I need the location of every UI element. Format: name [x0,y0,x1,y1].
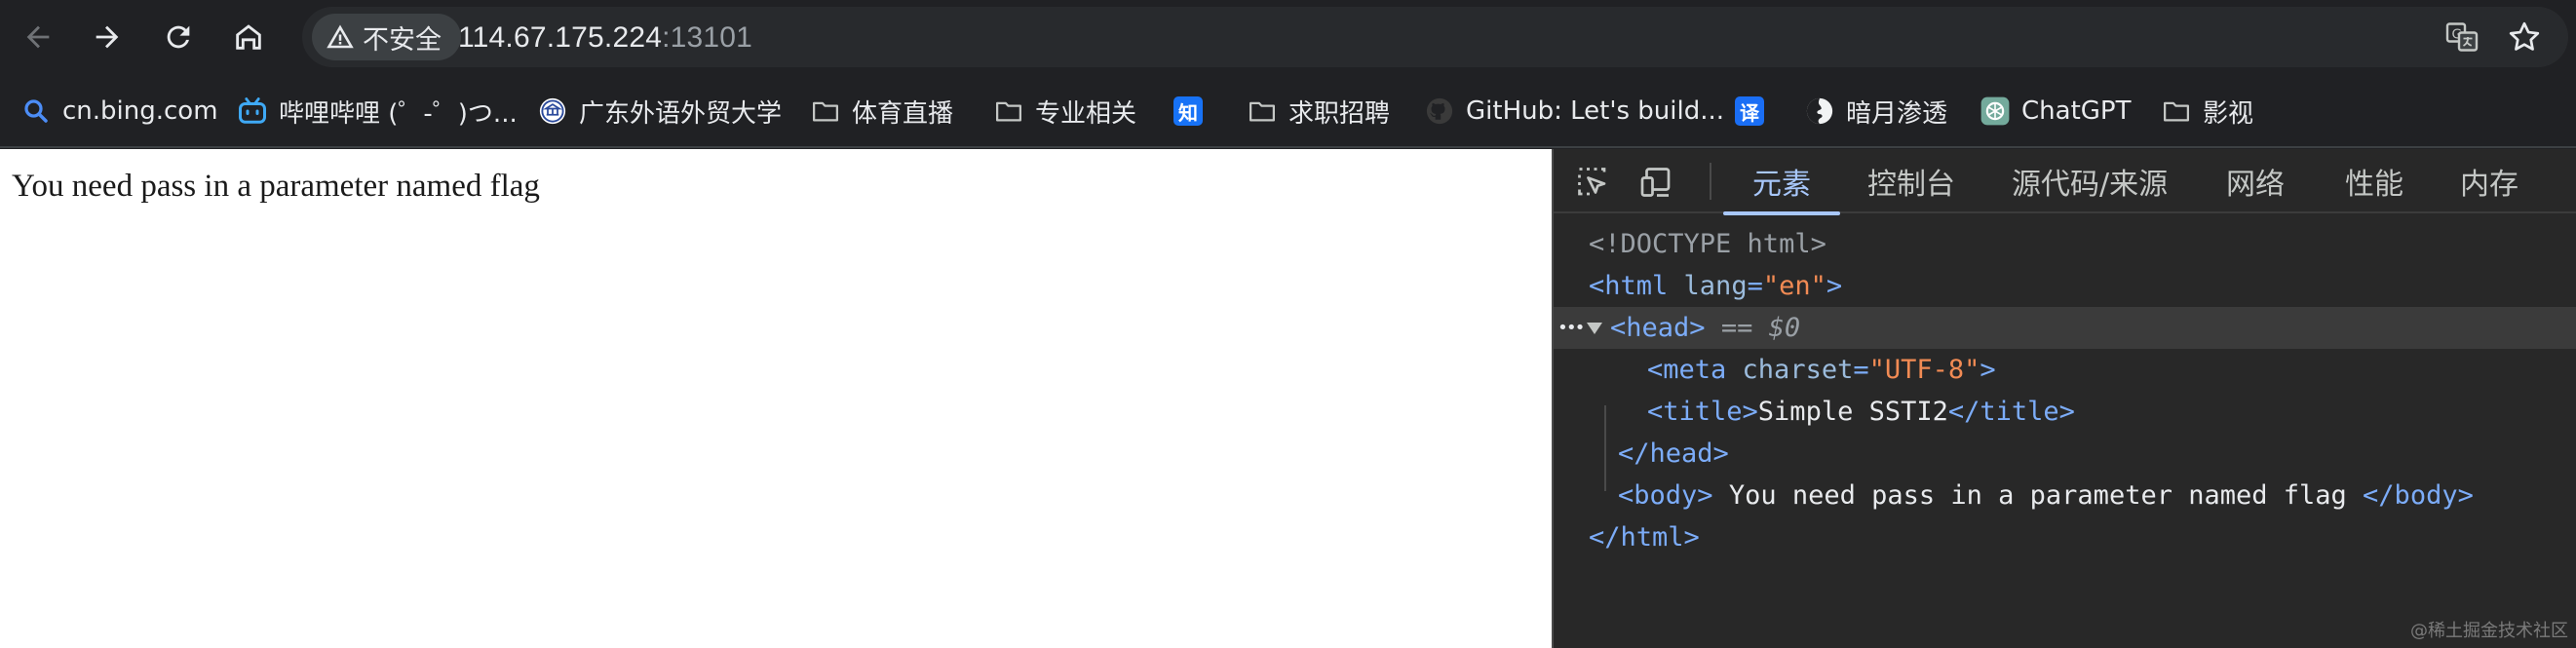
tab-memory[interactable]: 内存 [2460,149,2518,213]
dom-node-head[interactable]: ••• <head> == $0 [1554,307,2576,349]
bookmark-label: ChatGPT [2021,96,2132,126]
url-text[interactable]: 114.67.175.224:13101 [458,21,752,55]
bookmark-label: 哔哩哔哩 (゜-゜)つ... [279,98,518,129]
security-label: 不安全 [363,24,442,56]
chatgpt-icon [1980,96,2010,126]
arrow-right-icon [96,25,119,49]
tab-network[interactable]: 网络 [2226,149,2285,213]
bookmark-bing[interactable]: cn.bing.com [21,92,218,131]
watermark: @稀土掘金技术社区 [2410,621,2568,641]
bookmark-anyue[interactable]: 暗月渗透 [1805,92,1947,131]
zhihu-glyph: 知 [1178,100,1198,125]
translate-page-icon[interactable]: G [2444,19,2480,55]
forward-button[interactable] [81,11,134,63]
tab-sources[interactable]: 源代码/来源 [2012,149,2168,213]
address-bar[interactable]: 不安全 114.67.175.224:13101 G [302,7,2568,67]
bookmark-gdufs[interactable]: 广东外语外贸大学 [538,92,782,131]
inspect-element-icon[interactable] [1575,165,1610,200]
dom-node-body[interactable]: <body> You need pass in a parameter name… [1554,475,2576,516]
toolbar-separator [1710,163,1711,200]
reload-button[interactable] [152,11,205,63]
tab-label: 源代码/来源 [2012,168,2169,202]
url-host: 114.67.175.224 [458,21,663,54]
dom-node-head-close[interactable]: </head> [1554,433,2576,475]
dom-node-title[interactable]: <title> Simple SSTI2 </title> [1554,391,2576,433]
browser-toolbar: 不安全 114.67.175.224:13101 G [0,0,2576,74]
dom-tree: <!DOCTYPE html> <html lang = "en" > ••• <he… [1554,215,2576,648]
bookmark-folder-movies[interactable]: 影视 [2162,92,2253,131]
dom-node-html-close[interactable]: </html> [1554,516,2576,558]
tab-label: 性能 [2345,168,2403,202]
tab-console[interactable]: 控制台 [1867,149,1955,213]
security-chip[interactable]: 不安全 [312,14,461,60]
devtools-tabbar: 元素 控制台 源代码/来源 网络 性能 内存 [1554,149,2576,215]
tab-label: 内存 [2460,168,2518,202]
home-button[interactable] [222,11,275,63]
globe-icon [1805,96,1834,126]
folder-icon [811,96,840,126]
tab-label: 网络 [2226,168,2285,202]
bookmark-label: 暗月渗透 [1846,98,1948,129]
bookmark-label: 广东外语外贸大学 [579,98,783,129]
url-port: :13101 [662,21,753,54]
selected-node-marker: == $0 [1720,313,1801,343]
bookmark-label: 求职招聘 [1288,98,1391,129]
dom-node-meta[interactable]: <meta charset = "UTF-8" > [1554,349,2576,391]
bookmark-label: 专业相关 [1035,98,1137,129]
university-icon [538,96,567,126]
tab-performance[interactable]: 性能 [2345,149,2403,213]
tab-label: 控制台 [1867,168,1955,202]
dom-node-doctype[interactable]: <!DOCTYPE html> [1554,223,2576,265]
tab-elements[interactable]: 元素 [1723,149,1840,215]
tab-label: 元素 [1752,168,1811,202]
bookmark-chatgpt[interactable]: ChatGPT [1980,92,2131,131]
translate-icon: 译 [1735,96,1764,126]
bookmark-label: 影视 [2203,98,2254,129]
translate-glyph: 译 [1740,100,1759,125]
bookmark-translate[interactable]: 译 [1735,92,1764,131]
arrow-left-icon [26,25,50,49]
page-body-text: You need pass in a parameter named flag [12,169,540,204]
bookmark-label: cn.bing.com [62,96,218,126]
warning-icon [327,24,354,49]
back-button[interactable] [12,11,64,63]
bookmark-folder-jobs[interactable]: 求职招聘 [1248,92,1390,131]
bookmark-label: 体育直播 [852,98,954,129]
bookmark-zhihu[interactable]: 知 [1173,92,1203,131]
more-actions-icon[interactable]: ••• [1557,318,1587,338]
bookmark-label: GitHub: Let's build... [1466,96,1725,126]
bookmark-star-icon[interactable] [2507,19,2542,55]
reload-icon [167,25,190,49]
dom-node-html[interactable]: <html lang = "en" > [1554,265,2576,307]
folder-icon [2162,96,2191,126]
devtools-panel: 元素 控制台 源代码/来源 网络 性能 内存 <!DOCTYPE html> <… [1552,149,2576,648]
home-icon [236,24,261,50]
bookmark-folder-sports[interactable]: 体育直播 [811,92,953,131]
zhihu-icon: 知 [1173,96,1203,126]
bookmark-bilibili[interactable]: 哔哩哔哩 (゜-゜)つ... [238,92,518,131]
expand-triangle-icon[interactable] [1587,322,1602,334]
bookmarks-bar: cn.bing.com 哔哩哔哩 (゜-゜)つ... 广东外语外贸大学 体育直播… [0,74,2576,148]
device-toolbar-icon[interactable] [1639,165,1674,200]
folder-icon [1248,96,1277,126]
page-viewport: You need pass in a parameter named flag [0,149,1552,648]
search-icon [21,96,51,126]
bookmark-folder-major[interactable]: 专业相关 [994,92,1136,131]
github-icon [1425,96,1454,126]
bookmark-github[interactable]: GitHub: Let's build... [1425,92,1724,131]
bilibili-icon [238,96,267,126]
folder-icon [994,96,1023,126]
